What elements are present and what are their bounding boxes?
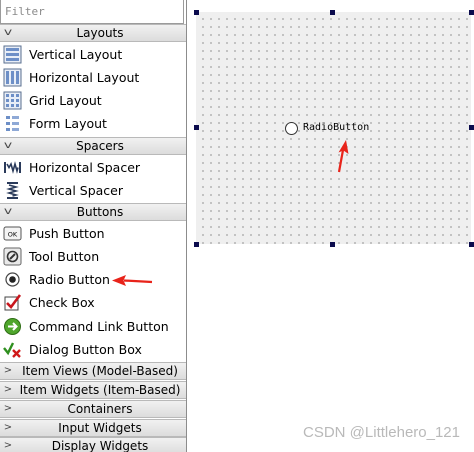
widget-item-label: Horizontal Spacer <box>29 160 141 175</box>
form-layout-icon <box>3 114 22 133</box>
vertical-spacer-icon <box>3 181 22 200</box>
category-display-widgets[interactable]: > Display Widgets <box>0 437 186 452</box>
chevron-right-icon: > <box>3 365 13 376</box>
category-input-widgets[interactable]: > Input Widgets <box>0 419 186 437</box>
svg-text:OK: OK <box>8 231 18 239</box>
widget-item-grid-layout[interactable]: Grid Layout <box>0 89 186 112</box>
radio-button-label: RadioButton <box>303 122 370 133</box>
filter-input[interactable] <box>0 0 184 24</box>
widget-item-tool-button[interactable]: Tool Button <box>0 245 186 268</box>
widget-item-command-link-button[interactable]: Command Link Button <box>0 315 186 338</box>
category-buttons[interactable]: v Buttons <box>0 203 186 221</box>
resize-handle-top[interactable] <box>330 10 335 15</box>
widget-item-check-box[interactable]: Check Box <box>0 291 186 314</box>
widget-item-label: Horizontal Layout <box>29 70 140 85</box>
category-label: Display Widgets <box>51 439 149 452</box>
chevron-right-icon: > <box>3 403 13 414</box>
check-box-icon <box>3 293 22 312</box>
radio-circle-icon <box>285 122 298 135</box>
widget-item-label: Tool Button <box>29 249 100 264</box>
push-button-icon: OK <box>3 224 22 243</box>
category-item-views[interactable]: > Item Views (Model-Based) <box>0 362 186 380</box>
vertical-layout-icon <box>3 45 22 64</box>
widget-item-label: Radio Button <box>29 272 110 287</box>
resize-handle-right[interactable] <box>469 125 474 130</box>
horizontal-layout-icon <box>3 68 22 87</box>
category-item-widgets[interactable]: > Item Widgets (Item-Based) <box>0 381 186 399</box>
resize-handle-bottom-left[interactable] <box>194 242 199 247</box>
widget-item-label: Check Box <box>29 295 95 310</box>
resize-handle-left[interactable] <box>194 125 199 130</box>
widget-item-radio-button[interactable]: Radio Button <box>0 268 186 291</box>
chevron-right-icon: > <box>3 422 13 433</box>
category-spacers[interactable]: v Spacers <box>0 137 186 155</box>
horizontal-spacer-icon <box>3 158 22 177</box>
widget-item-label: Grid Layout <box>29 93 102 108</box>
red-arrow-left-icon <box>112 275 153 286</box>
widget-item-label: Command Link Button <box>29 319 169 334</box>
resize-handle-bottom-right[interactable] <box>469 242 474 247</box>
widget-item-label: Vertical Spacer <box>29 183 123 198</box>
widget-item-label: Dialog Button Box <box>29 342 142 357</box>
widget-item-label: Form Layout <box>29 116 107 131</box>
resize-handle-bottom[interactable] <box>330 242 335 247</box>
chevron-right-icon: > <box>3 440 13 451</box>
widget-item-push-button[interactable]: OK Push Button <box>0 222 186 245</box>
category-label: Layouts <box>76 26 124 40</box>
tool-button-icon <box>3 247 22 266</box>
category-label: Buttons <box>76 205 124 219</box>
widget-item-vertical-spacer[interactable]: Vertical Spacer <box>0 179 186 202</box>
widget-item-horizontal-layout[interactable]: Horizontal Layout <box>0 66 186 89</box>
widget-item-dialog-button-box[interactable]: Dialog Button Box <box>0 338 186 361</box>
resize-handle-top-left[interactable] <box>194 10 199 15</box>
radio-button-icon <box>3 270 22 289</box>
grid-layout-icon <box>3 91 22 110</box>
designer-window: v Layouts Vertical Layout Horizontal Lay… <box>0 0 474 452</box>
category-layouts[interactable]: v Layouts <box>0 24 186 42</box>
category-label: Spacers <box>76 139 124 153</box>
resize-handle-top-right[interactable] <box>469 10 474 15</box>
category-label: Item Views (Model-Based) <box>22 364 178 378</box>
category-label: Containers <box>67 402 133 416</box>
widget-box-panel: v Layouts Vertical Layout Horizontal Lay… <box>0 0 187 452</box>
widget-item-vertical-layout[interactable]: Vertical Layout <box>0 43 186 66</box>
widget-item-label: Vertical Layout <box>29 47 123 62</box>
dialog-button-box-icon <box>3 340 22 359</box>
chevron-right-icon: > <box>3 384 13 395</box>
widget-item-label: Push Button <box>29 226 105 241</box>
category-label: Item Widgets (Item-Based) <box>19 383 181 397</box>
category-label: Input Widgets <box>58 421 142 435</box>
category-containers[interactable]: > Containers <box>0 400 186 418</box>
watermark: CSDN @Littlehero_121 <box>303 424 460 441</box>
command-link-arrow-icon <box>3 317 22 336</box>
red-arrow-up-icon <box>337 140 349 173</box>
widget-item-horizontal-spacer[interactable]: Horizontal Spacer <box>0 156 186 179</box>
widget-item-form-layout[interactable]: Form Layout <box>0 112 186 135</box>
